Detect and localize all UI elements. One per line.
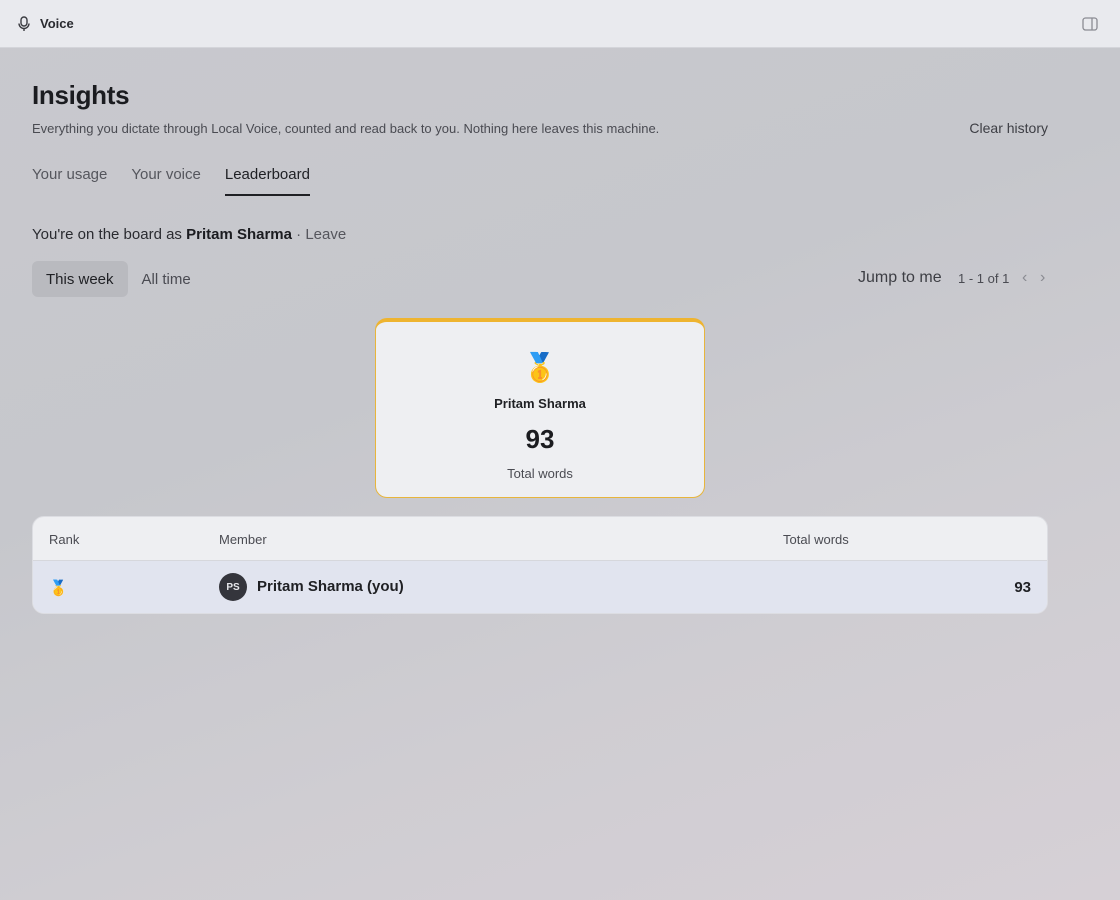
pagination-range: 1 - 1 of 1 (958, 271, 1010, 286)
chevron-right-icon[interactable]: › (1040, 269, 1045, 287)
leaderboard-table: Rank Member Total words 🥇 PS Pritam Shar… (32, 516, 1048, 614)
app-title: Voice (40, 16, 74, 31)
podium-label: Total words (507, 466, 573, 481)
insights-tabs: Your usage Your voice Leaderboard (32, 166, 334, 196)
gold-medal-icon: 🥇 (522, 352, 558, 383)
column-header-rank: Rank (49, 532, 80, 547)
column-header-member: Member (219, 532, 267, 547)
title-bar: Voice (0, 0, 1120, 48)
gold-medal-icon: 🥇 (49, 580, 68, 597)
page-subtitle: Everything you dictate through Local Voi… (32, 121, 660, 136)
leave-board-link[interactable]: Leave (305, 226, 346, 243)
tab-your-voice[interactable]: Your voice (131, 166, 201, 196)
table-row[interactable]: 🥇 PS Pritam Sharma (you) 93 (33, 561, 1047, 613)
tab-your-usage[interactable]: Your usage (32, 166, 107, 196)
table-header: Rank Member Total words (33, 517, 1047, 561)
page-title: Insights (32, 80, 130, 110)
chevron-left-icon[interactable]: ‹ (1022, 269, 1027, 287)
total-words-value: 93 (1014, 579, 1031, 596)
board-separator: · (296, 226, 302, 243)
period-filter: This week All time (32, 261, 205, 297)
member-name: Pritam Sharma (you) (257, 578, 404, 595)
podium-value: 93 (525, 424, 555, 454)
podium-card-first: 🥇 Pritam Sharma 93 Total words (375, 318, 705, 498)
tab-leaderboard[interactable]: Leaderboard (224, 166, 311, 196)
board-member-name: Pritam Sharma (186, 226, 292, 243)
microphone-icon (18, 16, 30, 31)
board-prefix: You're on the board as (32, 226, 182, 243)
sidebar-toggle-icon[interactable] (1082, 16, 1098, 32)
board-membership-line: You're on the board as Pritam Sharma · L… (32, 226, 346, 243)
clear-history-button[interactable]: Clear history (969, 120, 1048, 136)
avatar: PS (219, 573, 247, 601)
podium-name: Pritam Sharma (494, 396, 586, 411)
column-header-total-words: Total words (783, 532, 849, 547)
filter-all-time[interactable]: All time (128, 261, 205, 297)
jump-to-me-button[interactable]: Jump to me (858, 269, 942, 287)
filter-this-week[interactable]: This week (32, 261, 128, 297)
